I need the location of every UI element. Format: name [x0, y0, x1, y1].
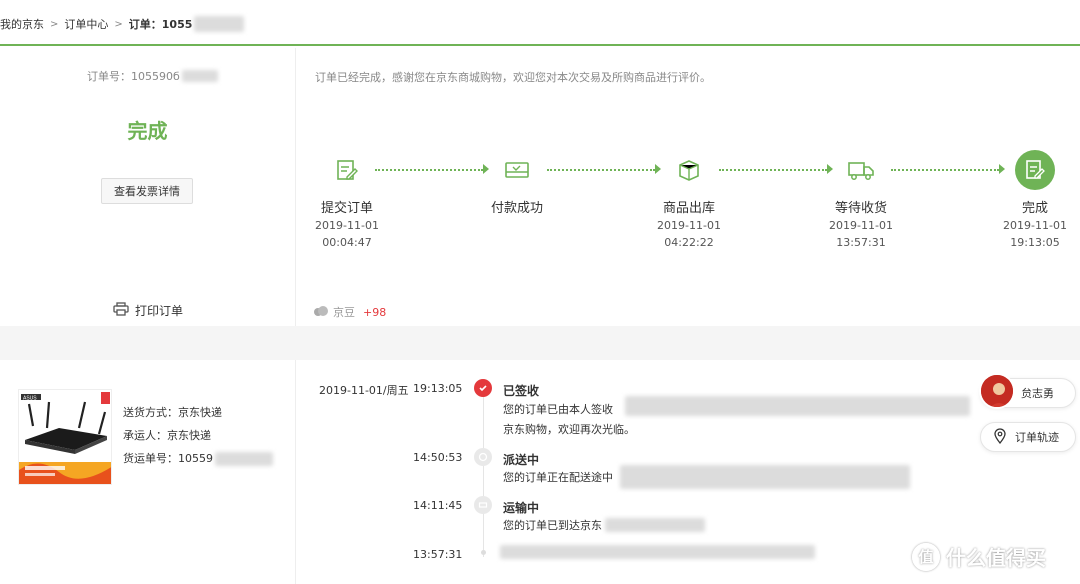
redacted-tracking-detail	[620, 465, 910, 489]
timeline-dot	[481, 550, 486, 555]
step-ship-out: 商品出库 2019-11-01 04:22:22	[644, 150, 734, 250]
jingdou-value: +98	[363, 305, 387, 319]
delivery-truck-icon	[841, 150, 881, 190]
chevron-right-icon: >	[50, 18, 59, 30]
tracking-number-label: 货运单号：	[123, 452, 178, 465]
divider	[295, 360, 296, 584]
shipping-carrier-label: 承运人：	[123, 429, 167, 442]
step-complete: 完成 2019-11-01 19:13:05	[990, 150, 1080, 250]
print-order-label: 打印订单	[135, 304, 184, 318]
progress-connector	[547, 169, 655, 171]
step-time: 19:13:05	[1010, 236, 1060, 249]
step-name: 付款成功	[490, 201, 543, 216]
product-brand: ASUS	[23, 396, 37, 402]
view-invoice-button[interactable]: 查看发票详情	[101, 178, 193, 204]
redacted-tracking-detail	[605, 518, 705, 532]
tracking-time: 13:57:31	[413, 548, 463, 561]
step-name: 提交订单	[320, 201, 373, 216]
step-date: 2019-11-01	[657, 219, 721, 232]
tracking-desc: 京东购物，欢迎再次光临。	[503, 423, 635, 436]
redacted-tracking-detail	[500, 545, 815, 559]
completed-check-icon	[1015, 150, 1055, 190]
progress-connector	[719, 169, 827, 171]
shipping-method: 送货方式： 京东快递	[123, 401, 273, 424]
breadcrumb-my-jd[interactable]: 我的京东	[0, 16, 44, 32]
tracking-title: 派送中	[503, 453, 540, 467]
tracking-number: 货运单号： 10559	[123, 447, 273, 470]
tracking-number-value: 10559	[178, 452, 213, 465]
order-number-value: 105590б	[131, 69, 180, 83]
shipping-carrier: 承运人： 京东快递	[123, 424, 273, 447]
payment-card-icon	[497, 150, 537, 190]
tracking-desc: 您的订单正在配送途中	[503, 471, 613, 484]
thanks-message: 订单已经完成，感谢您在京东商城购物，欢迎您对本次交易及所购商品进行评价。	[315, 71, 711, 84]
breadcrumb-current-order: 订单：1055	[128, 18, 193, 31]
jingdou-icon	[313, 305, 329, 320]
watermark: 值 什么值得买	[912, 542, 1046, 571]
redacted-order-number	[194, 16, 245, 32]
tracking-desc: 您的订单已由本人签收	[503, 403, 613, 416]
step-name: 等待收货	[834, 201, 887, 216]
step-time: 13:57:31	[836, 236, 886, 249]
courier-name: 贠志勇	[1021, 387, 1054, 400]
progress-connector	[375, 169, 483, 171]
shipping-info: 送货方式： 京东快递 承运人： 京东快递 货运单号： 10559	[123, 401, 273, 470]
step-await-delivery: 等待收货 2019-11-01 13:57:31	[816, 150, 906, 250]
breadcrumb-order-center[interactable]: 订单中心	[64, 16, 108, 32]
location-pin-icon	[993, 427, 1007, 447]
product-image[interactable]: ASUS	[18, 389, 112, 485]
order-number-label: 订单号：	[87, 70, 131, 83]
section-divider	[0, 326, 1080, 360]
tracking-title: 运输中	[503, 501, 540, 515]
transit-status-icon	[474, 496, 492, 514]
avatar[interactable]	[979, 373, 1015, 409]
tracking-date: 2019-11-01/周五	[319, 384, 409, 397]
order-number: 订单号： 105590б	[87, 68, 218, 84]
tracking-time: 14:50:53	[413, 451, 463, 464]
step-time: 04:22:22	[664, 236, 714, 249]
shipping-method-label: 送货方式：	[123, 406, 178, 419]
signed-check-icon	[474, 379, 492, 397]
timeline-line	[483, 387, 484, 557]
step-date: 2019-11-01	[1003, 219, 1067, 232]
progress-connector	[891, 169, 999, 171]
redacted-tracking-number	[215, 451, 273, 466]
tracking-time: 19:13:05	[413, 382, 463, 395]
jingdou-label: 京豆	[333, 306, 355, 319]
tracking-time: 14:11:45	[413, 499, 463, 512]
breadcrumb-bar: 我的京东 > 订单中心 > 订单：1055	[0, 0, 1080, 46]
step-payment: 付款成功	[472, 150, 562, 216]
divider	[295, 48, 296, 326]
order-track-label: 订单轨迹	[1015, 431, 1059, 444]
redacted-order-suffix	[181, 70, 218, 82]
shipping-method-value: 京东快递	[178, 406, 222, 419]
watermark-text: 什么值得买	[946, 546, 1046, 570]
redacted-tracking-detail	[625, 396, 970, 416]
watermark-logo: 值	[912, 542, 940, 571]
step-name: 商品出库	[662, 201, 715, 216]
edit-order-icon	[327, 150, 367, 190]
shipping-carrier-value: 京东快递	[167, 429, 211, 442]
order-status: 完成	[127, 119, 168, 143]
printer-icon	[113, 302, 129, 319]
jingdou-reward: 京豆 +98	[313, 304, 386, 320]
step-time: 00:04:47	[322, 236, 372, 249]
print-order-link[interactable]: 打印订单	[113, 302, 183, 319]
step-submit-order: 提交订单 2019-11-01 00:04:47	[302, 150, 392, 250]
package-box-icon	[669, 150, 709, 190]
step-date: 2019-11-01	[315, 219, 379, 232]
breadcrumb: 我的京东 > 订单中心 > 订单：1055	[0, 16, 245, 32]
tracking-title: 已签收	[503, 384, 540, 398]
step-name: 完成	[1021, 201, 1048, 216]
chevron-right-icon: >	[114, 18, 123, 30]
delivery-status-icon	[474, 448, 492, 466]
step-date: 2019-11-01	[829, 219, 893, 232]
tracking-desc: 您的订单已到达京东	[503, 519, 602, 532]
order-track-button[interactable]: 订单轨迹	[980, 422, 1076, 452]
